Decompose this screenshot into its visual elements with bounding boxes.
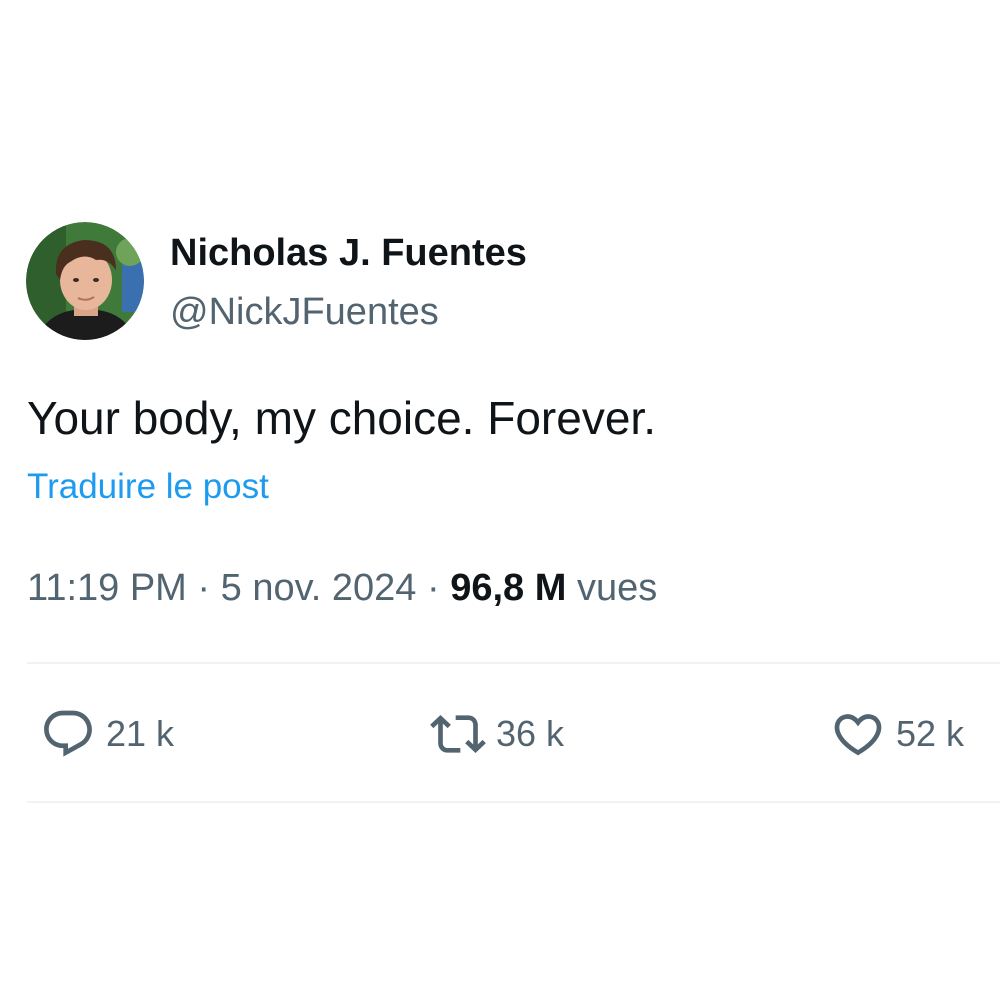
translate-post-link[interactable]: Traduire le post bbox=[27, 466, 269, 508]
post-date[interactable]: 5 nov. 2024 bbox=[221, 567, 417, 609]
author-handle[interactable]: @NickJFuentes bbox=[170, 289, 439, 335]
reply-button[interactable]: 21 k bbox=[40, 706, 174, 762]
heart-icon bbox=[834, 714, 882, 756]
post-meta: 11:19 PM · 5 nov. 2024 · 96,8 M vues bbox=[27, 565, 657, 611]
post-text: Your body, my choice. Forever. bbox=[27, 392, 656, 444]
like-button[interactable]: 52 k bbox=[830, 706, 964, 762]
author-avatar[interactable] bbox=[26, 222, 144, 340]
meta-separator: · bbox=[197, 567, 211, 609]
tweet-card: Nicholas J. Fuentes @NickJFuentes Your b… bbox=[0, 0, 1000, 1000]
retweet-button[interactable]: 36 k bbox=[430, 706, 564, 762]
retweet-count: 36 k bbox=[496, 713, 565, 754]
views-label: vues bbox=[576, 567, 658, 609]
divider bbox=[27, 801, 1000, 803]
views-count: 96,8 M bbox=[450, 567, 567, 609]
divider bbox=[27, 662, 1000, 664]
author-name[interactable]: Nicholas J. Fuentes bbox=[170, 230, 527, 276]
like-count: 52 k bbox=[896, 713, 965, 754]
reply-icon bbox=[44, 710, 92, 757]
retweet-icon bbox=[430, 715, 486, 753]
profile-photo-icon bbox=[26, 222, 144, 340]
reply-count: 21 k bbox=[106, 713, 175, 754]
meta-separator: · bbox=[426, 567, 440, 609]
post-time[interactable]: 11:19 PM bbox=[27, 567, 187, 609]
